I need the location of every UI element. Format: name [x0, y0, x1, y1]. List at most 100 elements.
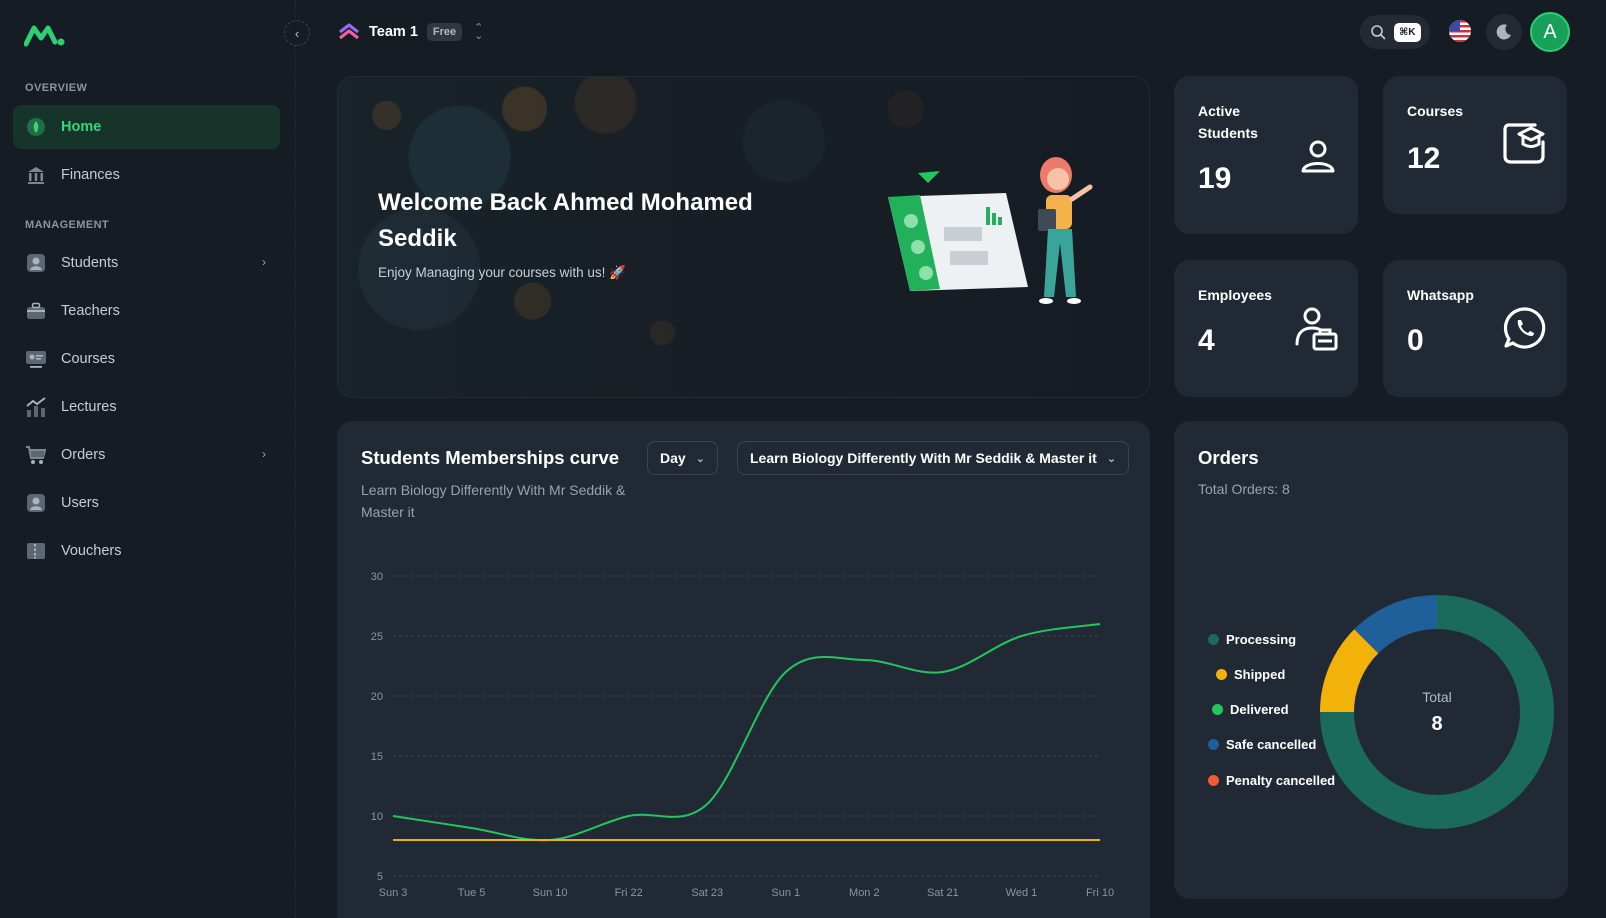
legend-item-processing[interactable]: Processing	[1208, 632, 1296, 647]
search-shortcut: ⌘K	[1394, 22, 1421, 42]
user-icon	[1301, 140, 1335, 173]
sidebar-item-label: Courses	[61, 351, 115, 367]
legend-label: Penalty cancelled	[1226, 773, 1336, 788]
sidebar-item-orders[interactable]: Orders ›	[13, 433, 280, 477]
sidebar-item-label: Students	[61, 255, 119, 271]
y-tick-label: 10	[371, 811, 383, 823]
sidebar-item-users[interactable]: Users	[13, 481, 280, 525]
y-tick-label: 30	[371, 571, 383, 583]
user-badge-icon	[25, 492, 47, 514]
x-tick-label: Sun 3	[379, 887, 408, 899]
x-tick-label: Fri 10	[1086, 887, 1114, 899]
sidebar-item-courses[interactable]: Courses	[13, 337, 280, 381]
team-switcher[interactable]: Team 1 Free ⌃ ⌄	[338, 20, 483, 44]
orders-title: Orders	[1198, 447, 1259, 468]
graduation-cap-icon	[1503, 123, 1545, 164]
avatar-initial: A	[1543, 20, 1557, 43]
app-logo[interactable]	[24, 22, 66, 48]
management-subheader: MANAGEMENT	[25, 219, 110, 231]
presentation-icon	[25, 348, 47, 370]
donut-total-label: Total	[1422, 688, 1452, 705]
series-line-0	[392, 623, 1101, 842]
moon-icon	[1496, 24, 1511, 40]
legend-dot	[1216, 669, 1227, 680]
orders-subtitle: Total Orders: 8	[1198, 481, 1290, 497]
legend-dot	[1208, 634, 1219, 645]
student-icon	[25, 252, 47, 274]
sidebar-item-label: Home	[61, 119, 102, 135]
legend-label: Delivered	[1230, 702, 1289, 717]
switch-team-icon: ⌃ ⌄	[474, 22, 484, 42]
x-tick-label: Sun 10	[533, 887, 568, 899]
avatar[interactable]: A	[1530, 12, 1570, 52]
legend-item-safe-cancelled[interactable]: Safe cancelled	[1208, 737, 1316, 752]
stat-label: Whatsapp	[1407, 287, 1474, 303]
x-tick-label: Sat 23	[691, 887, 723, 899]
legend-label: Safe cancelled	[1226, 737, 1317, 752]
donut-center: Total 8	[1320, 595, 1554, 829]
sidebar-item-label: Lectures	[61, 399, 117, 415]
legend-item-delivered[interactable]: Delivered	[1212, 702, 1289, 717]
overview-subheader: OVERVIEW	[25, 82, 88, 94]
chart-growth-icon	[25, 396, 47, 418]
sidebar-item-finances[interactable]: Finances	[13, 153, 280, 197]
y-tick-label: 25	[371, 631, 383, 643]
x-tick-label: Sun 1	[771, 887, 800, 899]
sidebar-item-label: Teachers	[61, 303, 120, 319]
sidebar-item-vouchers[interactable]: Vouchers	[13, 529, 280, 573]
employee-icon	[1295, 307, 1338, 351]
y-tick-label: 20	[371, 691, 383, 703]
dashboard-illustration	[888, 157, 1093, 304]
y-tick-label: 5	[377, 871, 383, 883]
stat-card-active-students: Active Students 19	[1174, 76, 1358, 234]
whatsapp-icon	[1503, 307, 1546, 349]
legend-item-penalty-cancelled[interactable]: Penalty cancelled	[1208, 773, 1335, 788]
memberships-chart-card: Students Memberships curve Learn Biology…	[337, 421, 1150, 918]
home-icon	[25, 116, 47, 138]
donut-total-value: 8	[1431, 712, 1443, 735]
team-logo-icon	[339, 23, 359, 40]
memberships-line-chart: 5 10 15 20 25 30 Sun 3 Tue 5 Sun 10 Fri 22 Sat 23 S…	[371, 571, 1114, 899]
x-tick-label: Wed 1	[1006, 887, 1038, 899]
x-tick-label: Tue 5	[458, 887, 486, 899]
legend-item-shipped[interactable]: Shipped	[1216, 667, 1285, 682]
stat-value: 0	[1407, 324, 1424, 357]
search-button[interactable]: ⌘K	[1360, 15, 1430, 49]
chevron-right-icon: ›	[262, 255, 266, 269]
search-icon	[1371, 25, 1386, 40]
cart-icon	[25, 444, 47, 466]
sidebar-item-students[interactable]: Students ›	[13, 241, 280, 285]
stat-value: 4	[1198, 324, 1215, 357]
plan-badge: Free	[426, 23, 463, 41]
stat-value: 19	[1198, 162, 1232, 195]
theme-toggle-button[interactable]	[1486, 14, 1522, 50]
stat-label: Employees	[1198, 287, 1272, 303]
sidebar-item-home[interactable]: Home	[13, 105, 280, 149]
legend-label: Processing	[1226, 632, 1297, 647]
collapse-sidebar-button[interactable]: ‹	[284, 20, 310, 46]
sidebar: OVERVIEW Home Finances MANAGEMENT Studen…	[0, 0, 296, 918]
sidebar-item-lectures[interactable]: Lectures	[13, 385, 280, 429]
language-button[interactable]	[1449, 20, 1471, 42]
sidebar-item-teachers[interactable]: Teachers	[13, 289, 280, 333]
sidebar-item-label: Finances	[61, 167, 120, 183]
legend-dot	[1208, 739, 1219, 750]
us-flag-icon	[1449, 20, 1471, 42]
sidebar-item-label: Orders	[61, 447, 106, 463]
sidebar-item-label: Users	[61, 495, 99, 511]
legend-dot	[1212, 704, 1223, 715]
stat-card-courses: Courses 12	[1383, 76, 1567, 214]
orders-card: Orders Total Orders: 8 Processing Shippe…	[1174, 421, 1568, 899]
chevron-right-icon: ›	[262, 447, 266, 461]
stat-value: 12	[1407, 142, 1441, 175]
sidebar-item-label: Vouchers	[61, 543, 122, 559]
stat-card-employees: Employees 4	[1174, 260, 1358, 397]
y-tick-label: 15	[371, 751, 383, 763]
x-tick-label: Sat 21	[927, 887, 959, 899]
stat-label: Active Students	[1198, 103, 1258, 141]
legend-dot	[1208, 775, 1219, 786]
welcome-banner: Welcome Back Ahmed Mohamed Seddik Enjoy …	[337, 76, 1150, 398]
stat-card-whatsapp: Whatsapp 0	[1383, 260, 1567, 397]
chevron-left-icon: ‹	[294, 25, 300, 41]
briefcase-icon	[25, 300, 47, 322]
